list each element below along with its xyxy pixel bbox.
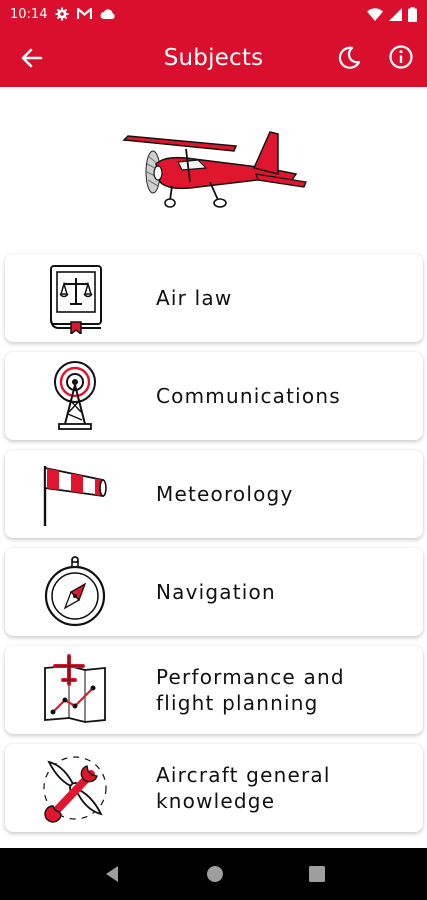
back-triangle-icon[interactable] (102, 864, 122, 884)
subject-card-communications[interactable]: Communications (5, 352, 423, 440)
subject-card-air-law[interactable]: Air law (5, 254, 423, 342)
radio-tower-icon (54, 361, 96, 430)
gear-icon (55, 7, 69, 21)
subject-card-meteorology[interactable]: Meteorology (5, 450, 423, 538)
subject-label: Aircraft general knowledge (156, 763, 331, 813)
subject-label: Navigation (156, 580, 276, 604)
subject-card-performance-flight-planning[interactable]: Performance and flight planning (5, 646, 423, 734)
subject-label: Meteorology (156, 482, 294, 506)
law-book-scales-icon (50, 265, 102, 334)
propeller-wrench-icon (43, 756, 107, 823)
subject-label: Communications (156, 384, 341, 408)
subject-list: Air law Communications Meteorology Navig… (5, 254, 423, 842)
airplane-illustration (122, 131, 307, 208)
subject-label: Air law (156, 286, 233, 310)
home-circle-icon[interactable] (205, 864, 225, 884)
recents-square-icon[interactable] (308, 865, 326, 883)
page-title: Subjects (163, 45, 264, 71)
info-icon[interactable] (388, 44, 414, 70)
subject-card-aircraft-general-knowledge[interactable]: Aircraft general knowledge (5, 744, 423, 832)
status-bar: 10:14 (0, 0, 427, 28)
battery-icon (408, 6, 417, 22)
app-bar: Subjects (0, 28, 427, 87)
subject-card-navigation[interactable]: Navigation (5, 548, 423, 636)
signal-icon (389, 7, 402, 21)
subject-label: Performance and flight planning (156, 665, 345, 715)
flight-plan-chart-icon (44, 654, 106, 723)
wifi-icon (367, 7, 383, 21)
windsock-icon (43, 466, 107, 526)
system-nav-bar (0, 848, 427, 900)
status-time: 10:14 (10, 6, 48, 22)
compass-icon (44, 556, 106, 627)
gmail-icon (77, 8, 93, 19)
cloud-icon (100, 8, 116, 19)
dark-mode-moon-icon[interactable] (336, 45, 362, 71)
